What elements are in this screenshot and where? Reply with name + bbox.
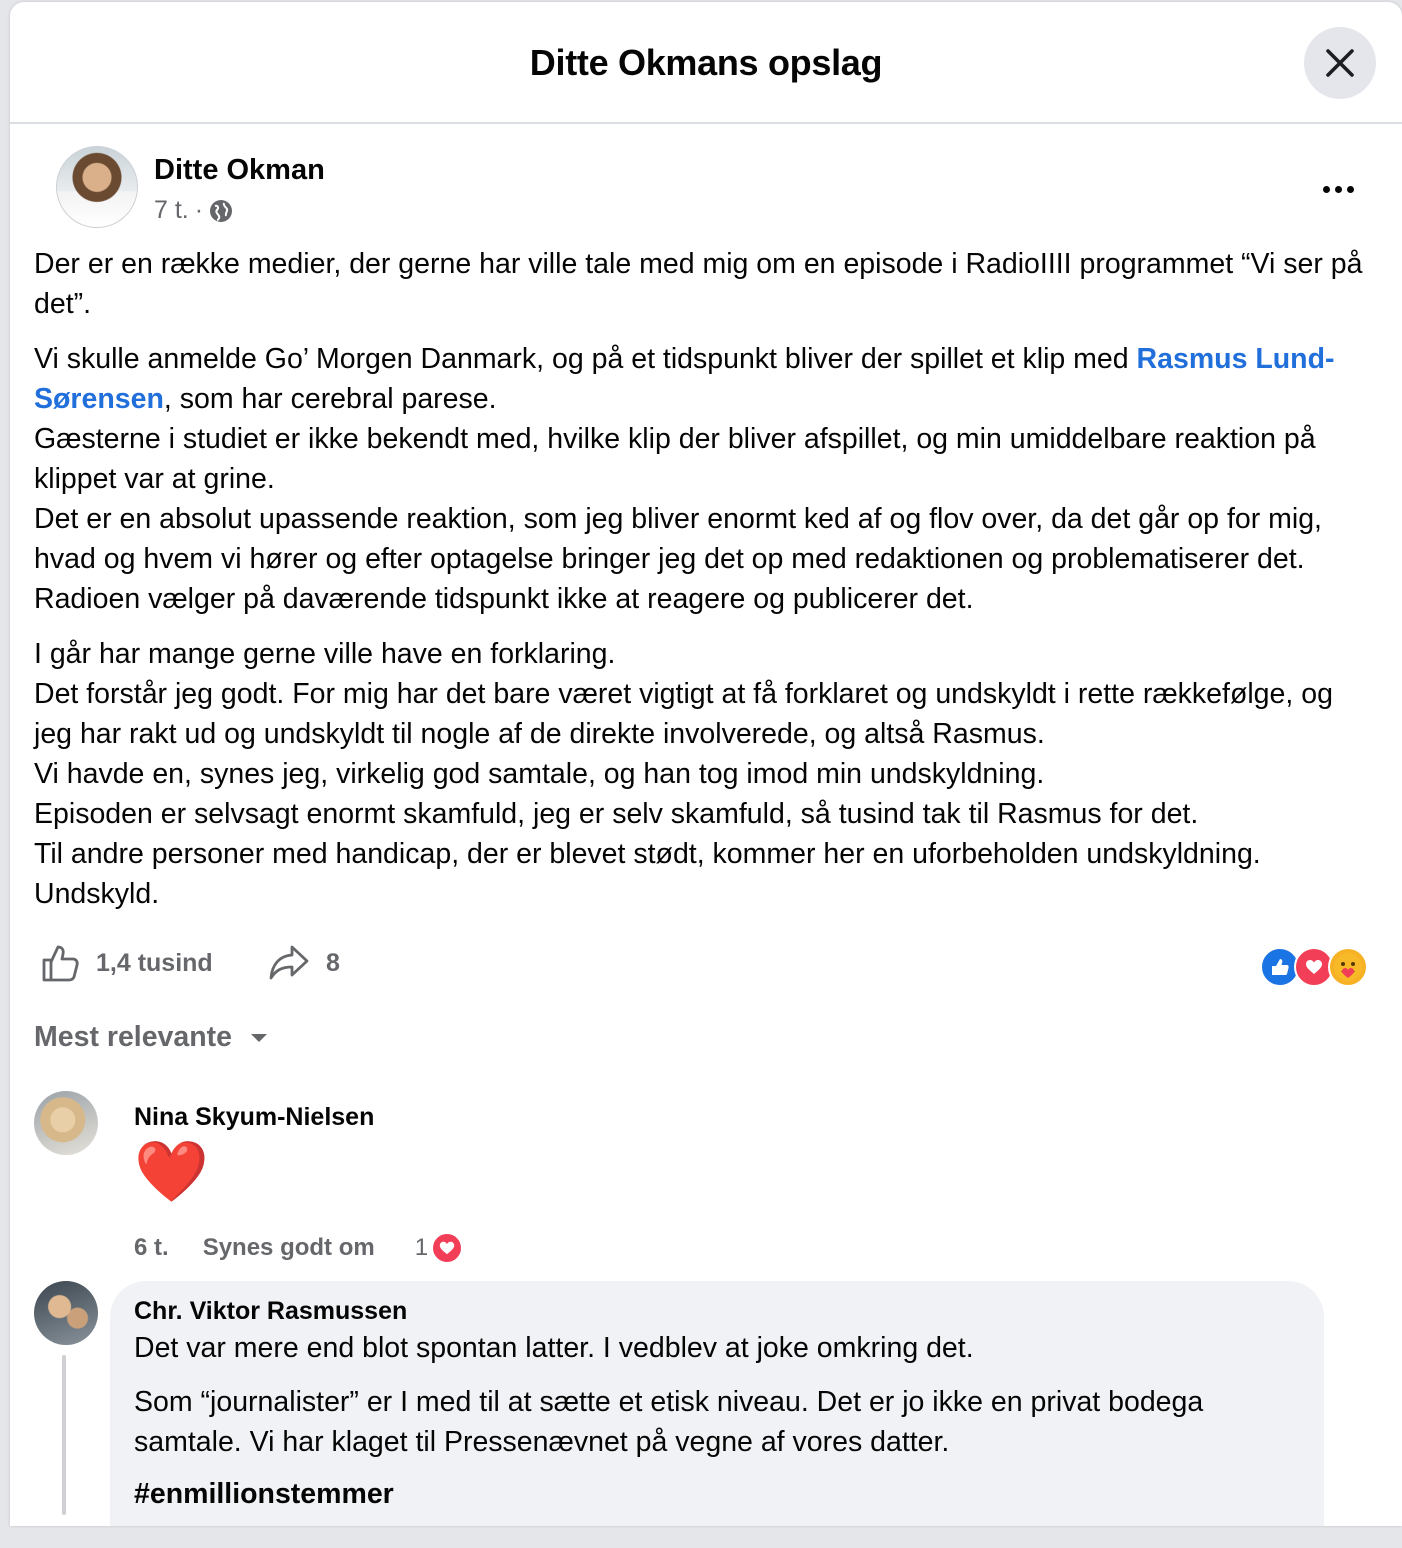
post-paragraph: Vi skulle anmelde Go’ Morgen Danmark, og… <box>34 339 1378 619</box>
post-text: Det forstår jeg godt. For mig har det ba… <box>34 678 1333 750</box>
comment-timestamp[interactable]: 6 t. <box>134 1234 169 1262</box>
comment-text: Det var mere end blot spontan latter. I … <box>134 1332 974 1364</box>
comment-bubble: Chr. Viktor Rasmussen Det var mere end b… <box>110 1281 1324 1526</box>
avatar[interactable] <box>34 1281 98 1345</box>
comment-author[interactable]: Chr. Viktor Rasmussen <box>134 1297 1300 1326</box>
close-icon <box>1326 49 1354 77</box>
comment-emoji: ❤️ <box>134 1138 209 1205</box>
more-options-button[interactable] <box>1316 174 1360 204</box>
post-modal: Ditte Okmans opslag Ditte Okman 7 t. · D… <box>10 2 1402 1526</box>
more-dot <box>1334 185 1342 193</box>
love-icon <box>430 1231 465 1265</box>
share-icon <box>269 945 309 980</box>
post: Ditte Okman 7 t. · Der er en række medie… <box>10 124 1402 1526</box>
post-text: Episoden er selvsagt enormt skamfuld, je… <box>34 798 1199 830</box>
more-dot <box>1346 185 1354 193</box>
comment-author[interactable]: Nina Skyum-Nielsen <box>134 1103 374 1132</box>
avatar[interactable] <box>56 146 138 228</box>
caret-down-icon <box>251 1033 268 1042</box>
post-text: Til andre personer med handicap, der er … <box>34 838 1261 870</box>
comment: Chr. Viktor Rasmussen Det var mere end b… <box>34 1281 1378 1526</box>
close-button[interactable] <box>1304 27 1376 99</box>
post-actions-row: 1,4 tusind 8 <box>34 929 1378 1009</box>
comment-reaction-count: 1 <box>414 1234 429 1261</box>
post-timestamp[interactable]: 7 t. <box>154 196 189 225</box>
reaction-summary[interactable] <box>1260 947 1368 987</box>
comment-sort-row: Mest relevante <box>34 1009 1378 1081</box>
avatar[interactable] <box>34 1091 98 1155</box>
post-author-row: Ditte Okman 7 t. · <box>34 124 1378 232</box>
comment-footer: 6 t. Synes godt om 1 <box>134 1231 465 1265</box>
comment: Nina Skyum-Nielsen ❤️ 6 t. Synes godt om… <box>34 1081 1378 1281</box>
post-text: Vi skulle anmelde Go’ Morgen Danmark, og… <box>34 343 1137 375</box>
sort-dropdown[interactable]: Mest relevante <box>34 1021 268 1054</box>
share-count: 8 <box>326 948 340 977</box>
post-author-name[interactable]: Ditte Okman <box>154 154 325 187</box>
post-text: , som har cerebral parese. <box>163 383 497 415</box>
thread-line <box>62 1355 66 1515</box>
hashtag-link[interactable]: #enmillionstemmer <box>134 1478 1300 1511</box>
post-text: Undskyld. <box>34 878 160 910</box>
care-icon <box>1328 947 1368 987</box>
post-text: Vi havde en, synes jeg, virkelig god sam… <box>34 758 1045 790</box>
sort-label: Mest relevante <box>34 1021 233 1053</box>
post-text: Gæsterne i studiet er ikke bekendt med, … <box>34 423 1316 495</box>
thumbs-up-icon <box>42 945 79 982</box>
more-dot <box>1322 185 1330 193</box>
modal-header: Ditte Okmans opslag <box>10 2 1402 124</box>
post-paragraph: Der er en række medier, der gerne har vi… <box>34 248 1363 320</box>
post-text: I går har mange gerne ville have en fork… <box>34 638 616 670</box>
post-paragraph: I går har mange gerne ville have en fork… <box>34 634 1378 914</box>
post-meta: 7 t. · <box>154 196 233 225</box>
share-button[interactable]: 8 <box>268 943 340 983</box>
comment-like-button[interactable]: Synes godt om <box>203 1234 375 1262</box>
modal-title: Ditte Okmans opslag <box>529 42 883 83</box>
like-count: 1,4 tusind <box>96 948 213 977</box>
like-button[interactable]: 1,4 tusind <box>40 943 213 983</box>
post-text: Radioen vælger på daværende tidspunkt ik… <box>34 583 974 615</box>
post-body: Der er en række medier, der gerne har vi… <box>34 244 1378 914</box>
post-text: Det er en absolut upassende reaktion, so… <box>34 503 1322 575</box>
meta-separator: · <box>194 196 204 224</box>
comment-text: Som “journalister” er I med til at sætte… <box>134 1386 1204 1458</box>
globe-icon <box>210 199 233 222</box>
